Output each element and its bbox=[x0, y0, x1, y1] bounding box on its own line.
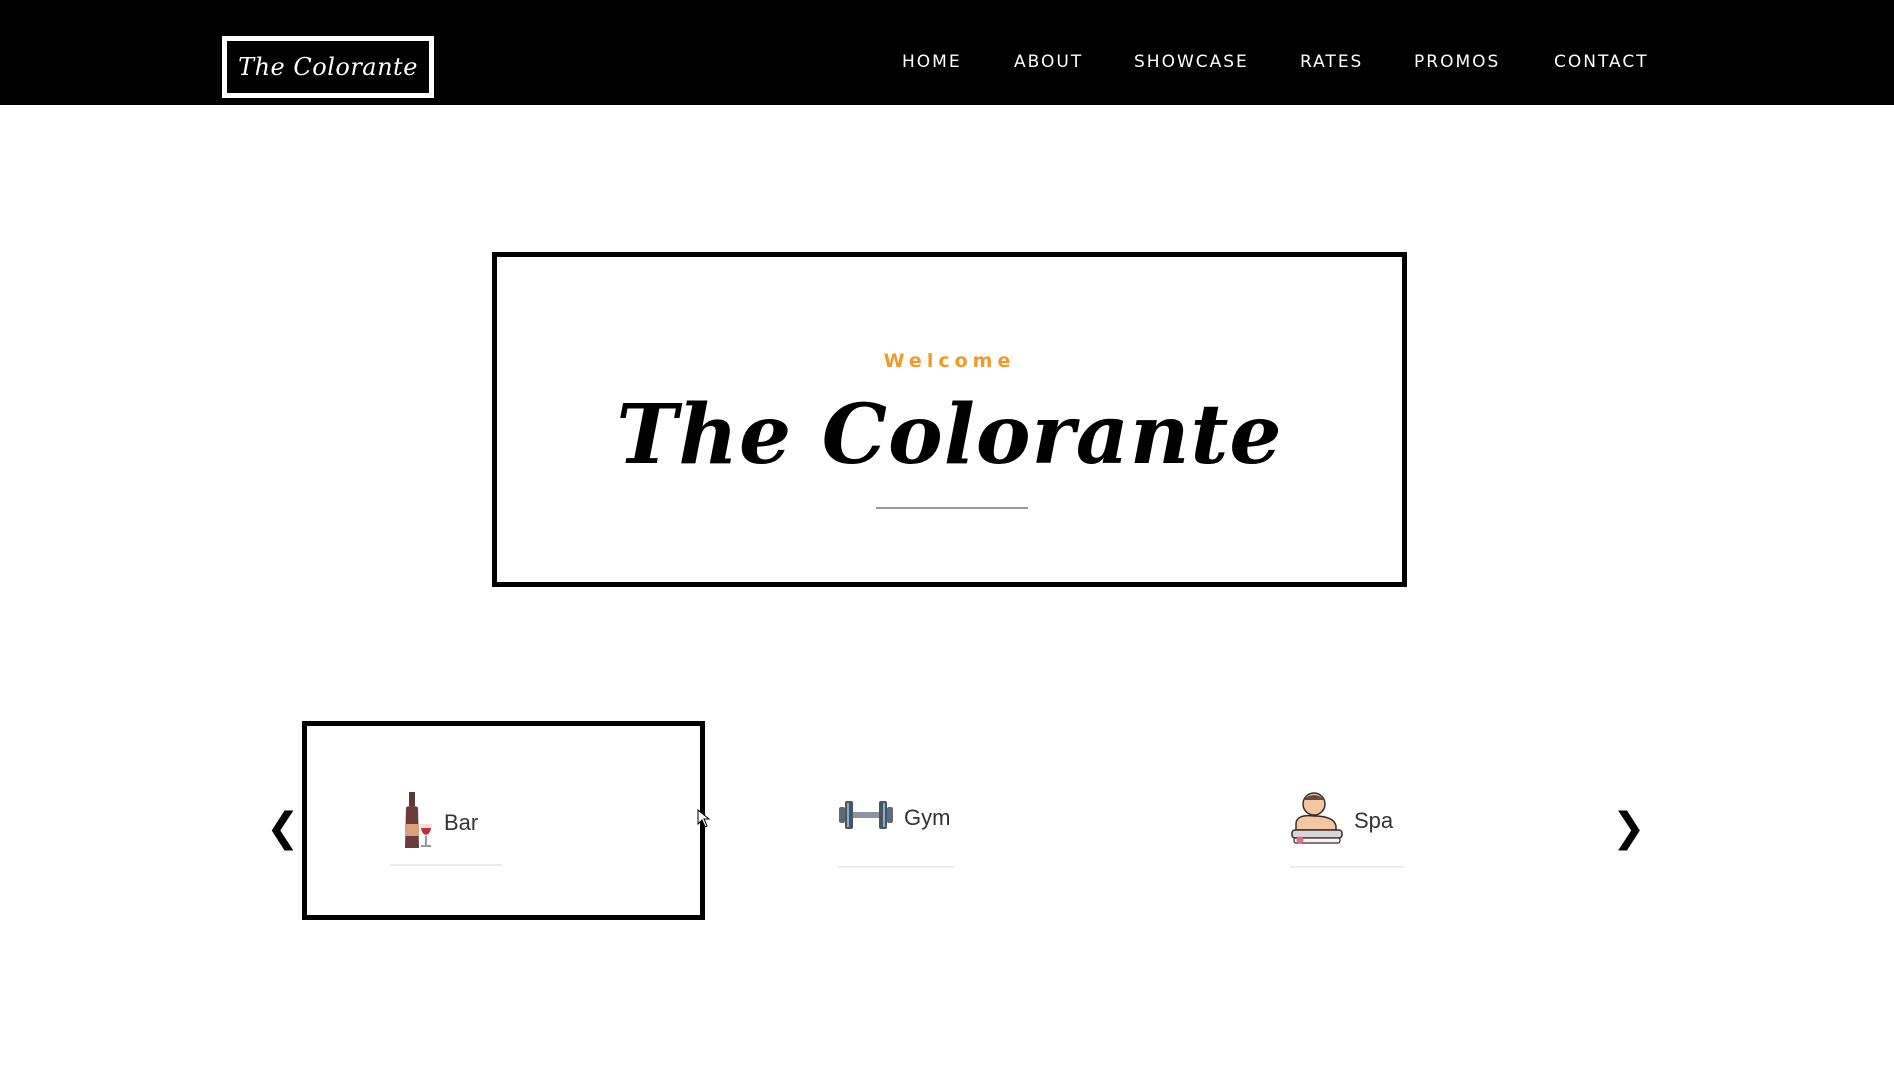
amenity-underline bbox=[1290, 866, 1404, 868]
hero-box: Welcome The Colorante bbox=[492, 252, 1407, 587]
carousel-active-card[interactable] bbox=[302, 721, 705, 920]
spa-massage-icon bbox=[1290, 790, 1344, 851]
dumbbell-icon bbox=[838, 797, 894, 838]
amenity-spa[interactable]: Spa bbox=[1290, 790, 1393, 851]
amenity-gym[interactable]: Gym bbox=[838, 797, 950, 838]
carousel-prev-button[interactable]: ❮ bbox=[266, 808, 300, 848]
amenity-bar[interactable]: Bar bbox=[400, 790, 478, 855]
nav-about[interactable]: ABOUT bbox=[1014, 52, 1083, 72]
amenity-label: Bar bbox=[444, 809, 479, 835]
hero-eyebrow: Welcome bbox=[883, 350, 1016, 372]
chevron-left-icon: ❮ bbox=[266, 805, 300, 851]
carousel-next-button[interactable]: ❯ bbox=[1612, 808, 1646, 848]
amenity-label: Spa bbox=[1354, 807, 1394, 833]
mouse-cursor-icon bbox=[697, 808, 711, 834]
nav-contact[interactable]: CONTACT bbox=[1554, 52, 1649, 72]
amenity-label: Gym bbox=[904, 804, 951, 830]
nav-home[interactable]: HOME bbox=[902, 52, 962, 72]
nav-showcase[interactable]: SHOWCASE bbox=[1134, 52, 1249, 72]
amenity-underline bbox=[390, 864, 502, 866]
site-header: The Colorante HOME ABOUT SHOWCASE RATES … bbox=[0, 0, 1894, 105]
nav-promos[interactable]: PROMOS bbox=[1414, 52, 1500, 72]
page: The Colorante HOME ABOUT SHOWCASE RATES … bbox=[0, 0, 1894, 1065]
amenity-underline bbox=[838, 866, 954, 868]
wine-bottle-icon bbox=[400, 790, 434, 855]
hero-title: The Colorante bbox=[616, 387, 1283, 483]
logo[interactable]: The Colorante bbox=[222, 36, 434, 98]
hero-divider bbox=[876, 507, 1028, 509]
nav-rates[interactable]: RATES bbox=[1300, 52, 1363, 72]
chevron-right-icon: ❯ bbox=[1612, 805, 1646, 851]
